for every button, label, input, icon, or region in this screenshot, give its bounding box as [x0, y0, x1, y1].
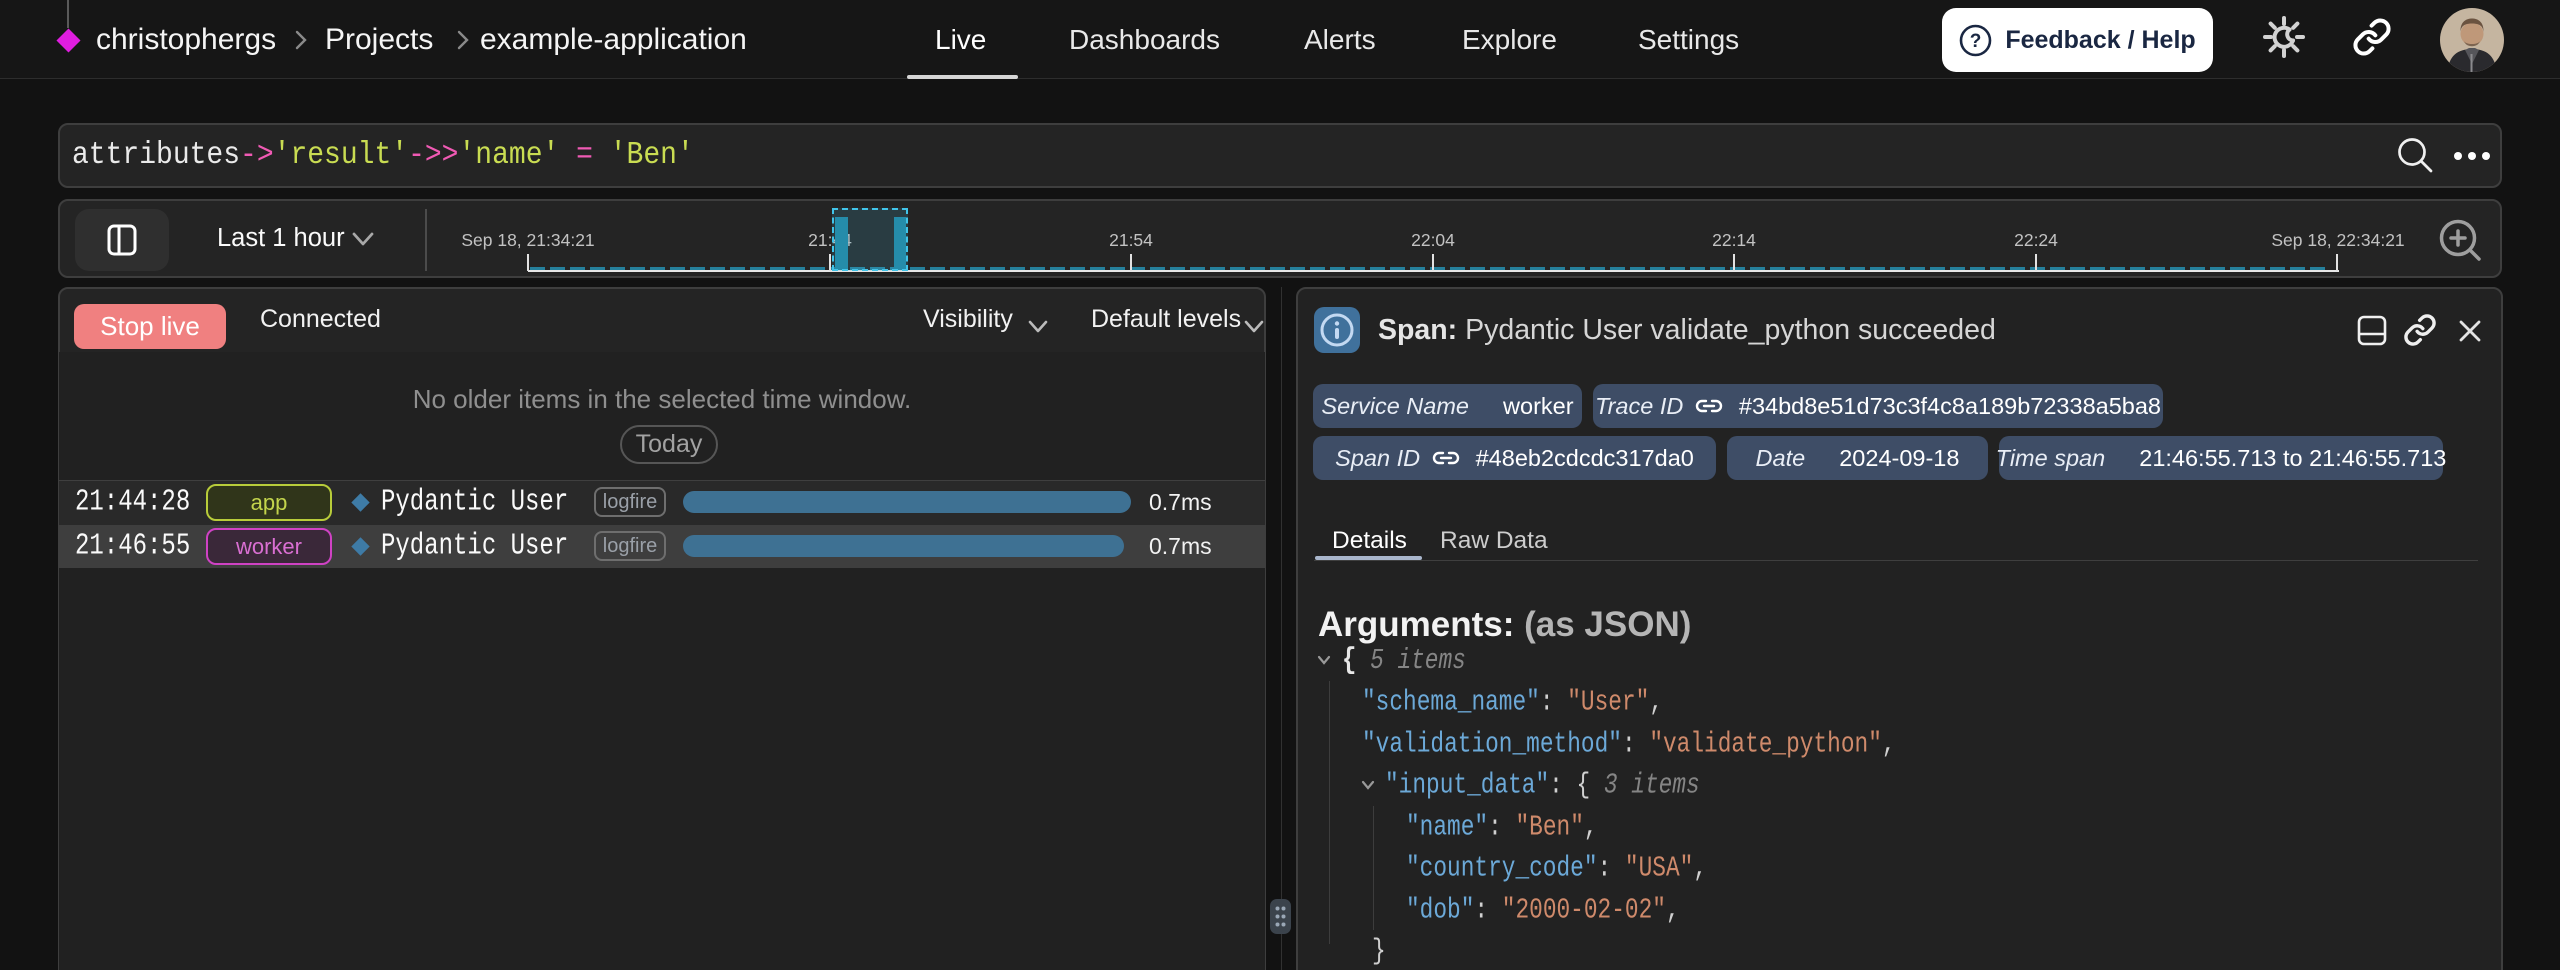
svg-text:?: ?: [1970, 31, 1982, 52]
